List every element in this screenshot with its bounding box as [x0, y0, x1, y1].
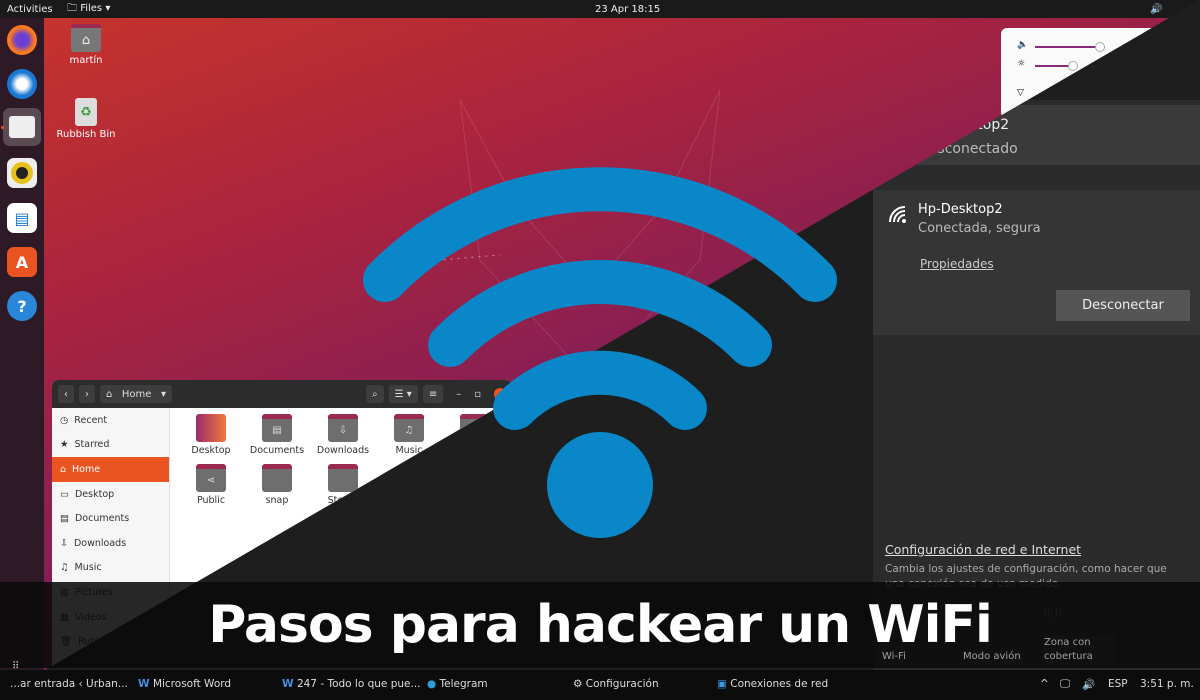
taskbar-item-network-connections[interactable]: ▣ Conexiones de red: [717, 678, 828, 690]
app-grid-icon[interactable]: ⠿: [12, 662, 19, 672]
airplane-mode-tile-label[interactable]: Modo avión: [961, 650, 1023, 664]
windows-taskbar: ...ar entrada ‹ Urban... W Microsoft Wor…: [0, 670, 1200, 700]
taskbar-item-word-doc[interactable]: W 247 - Todo lo que pue...: [282, 678, 421, 690]
hotspot-tile-label[interactable]: Zona con cobertura: [1042, 636, 1114, 664]
taskbar-item-browser[interactable]: ...ar entrada ‹ Urban...: [10, 678, 128, 690]
taskbar-item-telegram[interactable]: ● Telegram: [427, 678, 488, 690]
wifi-arc-middle: [428, 259, 772, 367]
tray-chevron-icon[interactable]: ^: [1040, 678, 1049, 690]
taskbar-item-settings[interactable]: ⚙ Configuración: [573, 678, 659, 690]
headline: Pasos para hackear un WiFi: [208, 595, 993, 655]
wifi-tile-label[interactable]: Wi-Fi: [880, 650, 908, 664]
taskbar-item-word[interactable]: W Microsoft Word: [138, 678, 231, 690]
taskbar-clock[interactable]: 3:51 p. m.: [1140, 678, 1194, 690]
network-tray-icon[interactable]: 🖵: [1060, 678, 1070, 691]
wifi-arc-inner: [493, 350, 707, 430]
volume-tray-icon[interactable]: 🔊: [1082, 678, 1095, 691]
wifi-dot: [547, 432, 653, 538]
language-indicator[interactable]: ESP: [1108, 678, 1128, 690]
